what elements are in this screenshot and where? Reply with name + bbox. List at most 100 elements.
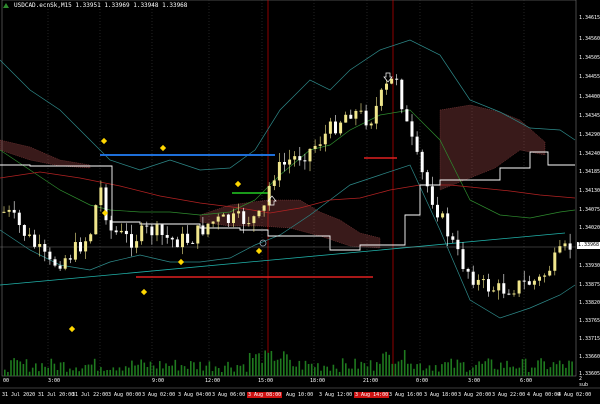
candle-body: [7, 209, 11, 212]
candle-body: [339, 122, 343, 134]
plot-frame: [1, 0, 577, 377]
candle-body: [517, 280, 521, 294]
candle-body: [262, 205, 266, 211]
volume-bar: [28, 371, 31, 376]
volume-bar: [428, 365, 431, 376]
volume-bar: [304, 360, 307, 376]
volume-bar: [159, 361, 161, 376]
volume-bar: [292, 366, 294, 376]
volume-bar: [329, 370, 332, 376]
candle-body: [201, 225, 205, 235]
candle-body: [257, 210, 261, 217]
volume-bar: [50, 358, 53, 376]
volume-bar: [196, 369, 198, 376]
candle-body: [196, 225, 200, 244]
candle-body: [175, 239, 179, 248]
volume-bar: [224, 365, 226, 376]
volume-bar: [320, 370, 322, 376]
volume-bar: [431, 370, 434, 376]
volume-bar: [66, 371, 68, 376]
candle-body: [165, 234, 169, 238]
volume-bar: [289, 359, 291, 376]
volume-bar: [379, 363, 381, 376]
volume-bar: [394, 363, 397, 376]
signal-marker-1: [159, 144, 167, 152]
volume-bar: [118, 367, 121, 376]
price-tick-label: 1.33715: [579, 336, 600, 342]
candle-body: [568, 243, 572, 250]
chart-window[interactable]: USDCAD.ecnSk,M15 1.33951 1.33969 1.33948…: [0, 0, 600, 404]
volume-bar: [527, 371, 530, 376]
volume-bar: [490, 359, 493, 376]
volume-bar: [193, 362, 195, 376]
volume-bar: [149, 361, 152, 376]
volume-bar: [509, 367, 511, 376]
candle-body: [303, 160, 307, 162]
price-chart[interactable]: [0, 0, 600, 404]
volume-bar: [81, 368, 84, 376]
candle-body: [476, 279, 480, 285]
volume-bar: [121, 370, 124, 376]
candle-body: [441, 213, 445, 218]
volume-bar: [546, 369, 549, 376]
volume-bar: [78, 371, 80, 376]
price-tick-label: 1.34615: [579, 15, 600, 21]
candle-body: [160, 224, 164, 235]
signal-marker-0: [100, 137, 108, 145]
volume-bar: [552, 362, 555, 376]
volume-bar: [341, 358, 344, 376]
kumo-cloud-mid: [199, 199, 381, 249]
volume-bar: [360, 361, 363, 376]
candle-body: [334, 121, 337, 134]
time-tick-label: 6:00: [520, 378, 533, 384]
volume-bar: [571, 361, 573, 376]
volume-bar: [338, 371, 341, 376]
candle-body: [12, 209, 16, 213]
time-tick-label: 18:00: [310, 378, 326, 384]
volume-bar: [453, 367, 456, 376]
candle-body: [522, 280, 526, 282]
volume-bar: [230, 367, 232, 376]
volume-bar: [434, 365, 437, 376]
volume-bar: [38, 371, 40, 376]
price-tick-label: 1.33875: [579, 282, 600, 288]
volume-bar: [267, 352, 270, 376]
time-tick-label: 0:00: [416, 378, 429, 384]
candle-body: [119, 230, 123, 233]
volume-bar: [388, 354, 390, 376]
candle-body: [247, 223, 251, 225]
candle-body: [191, 242, 195, 244]
volume-bar: [239, 365, 242, 376]
volume-bar: [487, 358, 490, 376]
price-tick-label: 1.34400: [579, 94, 600, 100]
candle-body: [481, 279, 485, 281]
date-tick-label: 4 Aug 00:00: [527, 392, 561, 398]
volume-bar: [279, 358, 282, 376]
volume-bar: [459, 362, 462, 376]
volume-bar: [372, 370, 375, 376]
volume-bar: [44, 366, 46, 376]
volume-bar: [382, 353, 384, 376]
candle-body: [538, 276, 541, 281]
candle-body: [359, 110, 363, 112]
price-tick-label: 1.34290: [579, 132, 600, 138]
signal-marker-7: [68, 325, 76, 333]
price-tick-label: 1.33765: [579, 318, 600, 324]
volume-bar: [41, 363, 43, 376]
volume-bar: [273, 360, 276, 376]
candle-body: [487, 279, 490, 292]
candle-body: [130, 234, 133, 248]
volume-bar: [562, 364, 564, 376]
volume-bar: [103, 370, 105, 376]
volume-bar: [93, 358, 96, 376]
volume-bar: [112, 367, 115, 376]
volume-bar: [416, 364, 418, 376]
candle-body: [140, 225, 144, 242]
volume-bar: [128, 367, 130, 376]
volume-bar: [326, 366, 328, 376]
candle-body: [471, 271, 475, 285]
date-tick-label: 3 Aug 00:00: [108, 392, 142, 398]
time-tick-label: 00: [3, 378, 10, 384]
volume-bar: [137, 364, 139, 376]
volume-bar: [155, 368, 158, 376]
